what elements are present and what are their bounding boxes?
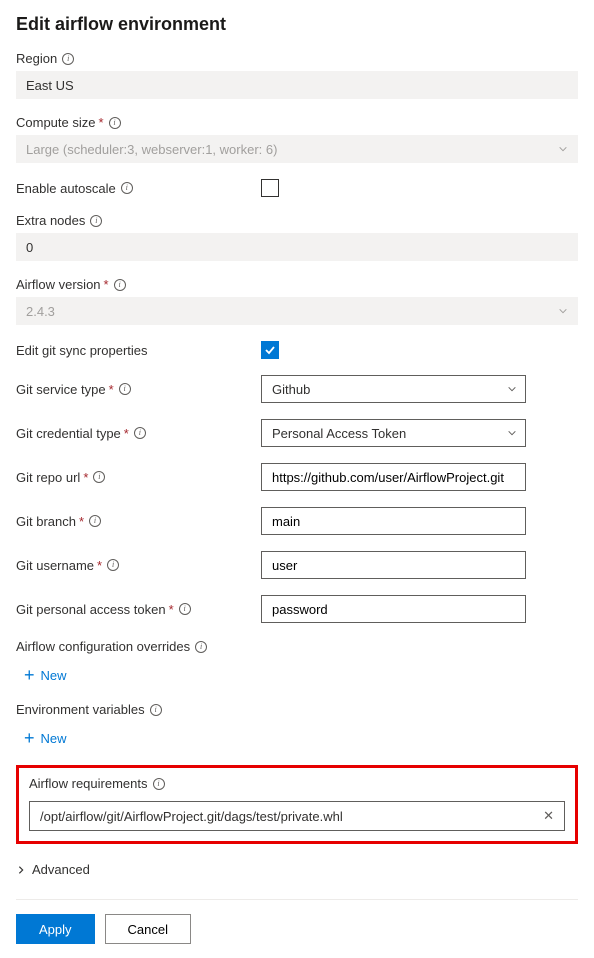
info-icon[interactable]: i <box>179 603 191 615</box>
required-indicator: * <box>104 277 109 292</box>
info-icon[interactable]: i <box>93 471 105 483</box>
requirements-label: Airflow requirements <box>29 776 148 791</box>
compute-size-value: Large (scheduler:3, webserver:1, worker:… <box>26 142 277 157</box>
chevron-down-icon <box>558 306 568 316</box>
info-icon[interactable]: i <box>153 778 165 790</box>
git-username-label: Git username <box>16 558 94 573</box>
info-icon[interactable]: i <box>90 215 102 227</box>
required-indicator: * <box>109 382 114 397</box>
info-icon[interactable]: i <box>119 383 131 395</box>
region-input[interactable] <box>16 71 578 99</box>
info-icon[interactable]: i <box>134 427 146 439</box>
plus-icon: + <box>24 729 35 747</box>
info-icon[interactable]: i <box>150 704 162 716</box>
info-icon[interactable]: i <box>107 559 119 571</box>
airflow-version-dropdown: 2.4.3 <box>16 297 578 325</box>
git-credential-type-label: Git credential type <box>16 426 121 441</box>
add-env-var-button[interactable]: + New <box>24 727 578 749</box>
enable-autoscale-label: Enable autoscale <box>16 181 116 196</box>
extra-nodes-label: Extra nodes <box>16 213 85 228</box>
env-vars-label: Environment variables <box>16 702 145 717</box>
cancel-button[interactable]: Cancel <box>105 914 191 944</box>
required-indicator: * <box>97 558 102 573</box>
git-credential-type-select[interactable]: Personal Access Token <box>261 419 526 447</box>
airflow-version-label: Airflow version <box>16 277 101 292</box>
config-overrides-label: Airflow configuration overrides <box>16 639 190 654</box>
advanced-toggle[interactable]: Advanced <box>16 860 578 879</box>
git-repo-url-input[interactable] <box>261 463 526 491</box>
git-pat-label: Git personal access token <box>16 602 166 617</box>
git-service-type-select[interactable]: Github <box>261 375 526 403</box>
required-indicator: * <box>83 470 88 485</box>
git-credential-type-value: Personal Access Token <box>272 426 406 441</box>
required-indicator: * <box>169 602 174 617</box>
compute-size-label: Compute size <box>16 115 95 130</box>
new-button-label: New <box>41 668 67 683</box>
edit-git-sync-label: Edit git sync properties <box>16 343 148 358</box>
git-service-type-label: Git service type <box>16 382 106 397</box>
info-icon[interactable]: i <box>121 182 133 194</box>
chevron-down-icon <box>558 144 568 154</box>
git-branch-label: Git branch <box>16 514 76 529</box>
chevron-right-icon <box>16 865 26 875</box>
new-button-label: New <box>41 731 67 746</box>
git-pat-input[interactable] <box>261 595 526 623</box>
requirements-input[interactable]: /opt/airflow/git/AirflowProject.git/dags… <box>29 801 565 831</box>
compute-size-dropdown: Large (scheduler:3, webserver:1, worker:… <box>16 135 578 163</box>
required-indicator: * <box>124 426 129 441</box>
page-title: Edit airflow environment <box>16 14 578 35</box>
git-repo-url-label: Git repo url <box>16 470 80 485</box>
requirements-value: /opt/airflow/git/AirflowProject.git/dags… <box>40 809 343 824</box>
chevron-down-icon <box>507 428 517 438</box>
add-config-override-button[interactable]: + New <box>24 664 578 686</box>
required-indicator: * <box>79 514 84 529</box>
info-icon[interactable]: i <box>114 279 126 291</box>
info-icon[interactable]: i <box>89 515 101 527</box>
plus-icon: + <box>24 666 35 684</box>
checkmark-icon <box>264 344 276 356</box>
git-username-input[interactable] <box>261 551 526 579</box>
clear-icon[interactable]: ✕ <box>543 808 554 824</box>
info-icon[interactable]: i <box>195 641 207 653</box>
info-icon[interactable]: i <box>62 53 74 65</box>
region-label: Region <box>16 51 57 66</box>
airflow-requirements-section: Airflow requirements i /opt/airflow/git/… <box>16 765 578 844</box>
info-icon[interactable]: i <box>109 117 121 129</box>
airflow-version-value: 2.4.3 <box>26 304 55 319</box>
required-indicator: * <box>98 115 103 130</box>
git-service-type-value: Github <box>272 382 310 397</box>
enable-autoscale-checkbox[interactable] <box>261 179 279 197</box>
chevron-down-icon <box>507 384 517 394</box>
extra-nodes-input[interactable] <box>16 233 578 261</box>
edit-git-sync-checkbox[interactable] <box>261 341 279 359</box>
advanced-label: Advanced <box>32 862 90 877</box>
apply-button[interactable]: Apply <box>16 914 95 944</box>
git-branch-input[interactable] <box>261 507 526 535</box>
divider <box>16 899 578 900</box>
